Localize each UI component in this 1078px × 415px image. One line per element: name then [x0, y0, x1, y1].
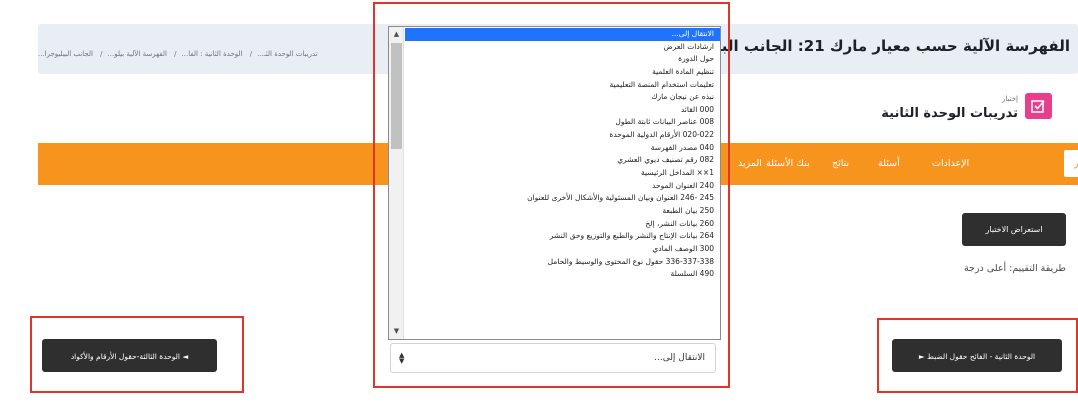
tab-quiz-label: إختبار	[1074, 158, 1078, 169]
dropdown-option[interactable]: نبذه عن نيجان مارك	[405, 91, 720, 104]
breadcrumb: تدريبات الوحدة الثـ.../ الوحدة الثانية :…	[38, 50, 318, 58]
dropdown-option[interactable]: 300 الوصف المادي	[405, 243, 720, 256]
dropdown-option[interactable]: 336-337-338 حقول نوع المحتوى والوسيط وال…	[405, 256, 720, 269]
breadcrumb-item[interactable]: الفهرسة الآلية بيلو...	[108, 50, 167, 58]
breadcrumb-item[interactable]: الوحدة الثانية : الفا...	[182, 50, 243, 58]
quiz-icon	[1025, 93, 1052, 119]
dropdown-option[interactable]: 1×× المداخل الرئيسية	[405, 167, 720, 180]
dropdown-option[interactable]	[405, 331, 720, 339]
breadcrumb-item[interactable]: الجانب البيليوجرا...	[38, 50, 93, 58]
select-arrows-icon: ▲ ▼	[399, 351, 405, 365]
grading-method: طريقة التقييم: أعلى درجة	[963, 263, 1066, 274]
scroll-up-icon[interactable]: ▲	[389, 27, 404, 42]
dropdown-option[interactable]: تعليمات استخدام المنصة التعليمية	[405, 79, 720, 92]
tab-settings[interactable]: الإعدادات	[932, 158, 969, 169]
jump-to-value: الانتقال إلى...	[654, 353, 705, 363]
dropdown-option[interactable]: 240 العنوان الموحد	[405, 180, 720, 193]
dropdown-option[interactable]: 260 بيانات النشر، إلخ	[405, 218, 720, 231]
dropdown-option[interactable]: 000 القائد	[405, 104, 720, 117]
dropdown-option[interactable]: 082 رقم تصنيف ديوي العشري	[405, 154, 720, 167]
next-activity-button[interactable]: ► الوحدة الثانية - الفائح حقول الضبط	[892, 339, 1062, 372]
dropdown-option[interactable]	[405, 319, 720, 332]
activity-type-label: إختبار	[1001, 95, 1018, 103]
tab-question-bank[interactable]: بنك الأسئلة	[766, 158, 810, 169]
previous-activity-label: الوحدة الثالثة-حقول الأرقام والأكواد ◄	[70, 352, 189, 361]
dropdown-option[interactable]: 264 بيانات الإنتاج والنشر والطبع والتوزي…	[405, 230, 720, 243]
previous-activity-button[interactable]: الوحدة الثالثة-حقول الأرقام والأكواد ◄	[42, 339, 217, 372]
tab-results[interactable]: نتائج	[832, 158, 849, 169]
jump-to-dropdown-list[interactable]: ▲ ▼ الانتقال إلى... ارشادات العرض حول ال…	[388, 26, 721, 340]
scroll-down-icon[interactable]: ▼	[389, 324, 404, 339]
activity-title: تدريبات الوحدة الثانية	[881, 106, 1018, 121]
dropdown-option[interactable]: 020-022 الأرقام الدولية الموحدة	[405, 129, 720, 142]
breadcrumb-item[interactable]: تدريبات الوحدة الثـ...	[257, 50, 318, 58]
dropdown-option[interactable]: حول الدورة	[405, 53, 720, 66]
preview-quiz-label: استعراض الاختبار	[985, 225, 1043, 234]
dropdown-option[interactable]	[405, 281, 720, 294]
dropdown-option[interactable]: 490 السلسلة	[405, 268, 720, 281]
dropdown-option[interactable]: الانتقال إلى...	[405, 28, 720, 41]
dropdown-option[interactable]	[405, 293, 720, 306]
scroll-thumb[interactable]	[391, 43, 402, 149]
next-activity-label: ► الوحدة الثانية - الفائح حقول الضبط	[918, 352, 1036, 361]
preview-quiz-button[interactable]: استعراض الاختبار	[962, 213, 1066, 246]
dropdown-option[interactable]	[405, 306, 720, 319]
dropdown-option[interactable]: تنظيم المادة العلمية	[405, 66, 720, 79]
dropdown-option[interactable]: 040 مصدر الفهرسة	[405, 142, 720, 155]
dropdown-scrollbar[interactable]: ▲ ▼	[389, 27, 404, 339]
tab-more[interactable]: المزيد	[738, 158, 762, 169]
dropdown-option[interactable]: 245 -246 العنوان وبيان المسئولية والأشكا…	[405, 192, 720, 205]
dropdown-options: الانتقال إلى... ارشادات العرض حول الدورة…	[405, 28, 720, 339]
dropdown-option[interactable]: 008 عناصر البيانات ثابتة الطول	[405, 116, 720, 129]
dropdown-option[interactable]: ارشادات العرض	[405, 41, 720, 54]
tab-quiz[interactable]: إختبار	[1064, 150, 1078, 177]
jump-to-select[interactable]: ▲ ▼ الانتقال إلى...	[390, 343, 716, 373]
tab-questions[interactable]: أسئلة	[878, 158, 900, 169]
dropdown-option[interactable]: 250 بيان الطبعة	[405, 205, 720, 218]
